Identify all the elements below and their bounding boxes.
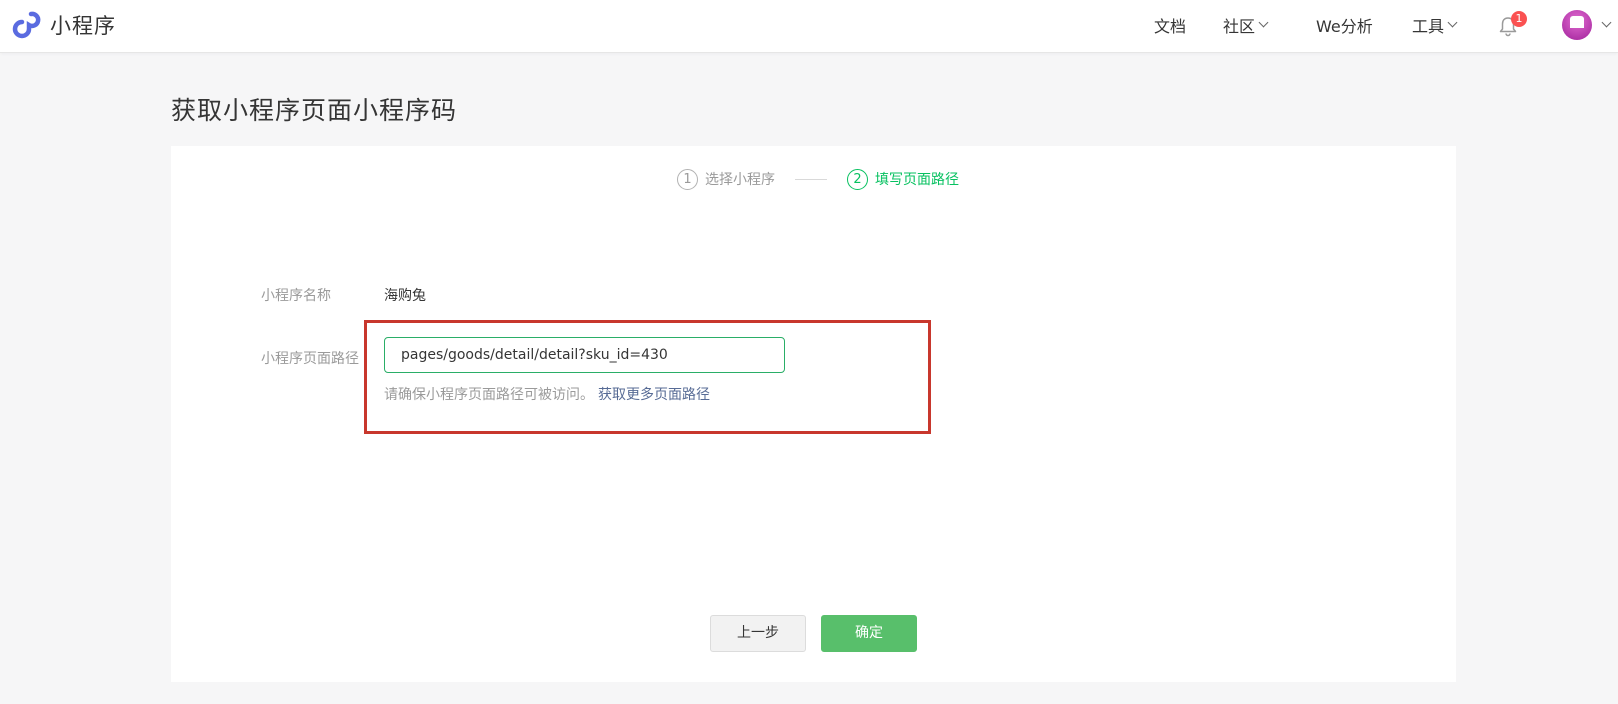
avatar[interactable] bbox=[1562, 10, 1592, 40]
chevron-down-icon[interactable] bbox=[1601, 17, 1612, 28]
step-label: 填写页面路径 bbox=[875, 172, 959, 188]
nav-we-analysis[interactable]: We分析 bbox=[1316, 0, 1373, 50]
notification-badge: 1 bbox=[1511, 11, 1527, 27]
step-fill-page-path: 2 填写页面路径 bbox=[847, 168, 959, 190]
miniprogram-logo-icon bbox=[12, 11, 41, 39]
nav-community[interactable]: 社区 bbox=[1223, 0, 1269, 50]
step-select-miniprogram: 1 选择小程序 bbox=[677, 168, 775, 190]
miniprogram-name-label: 小程序名称 bbox=[261, 288, 331, 304]
step-divider bbox=[795, 178, 827, 180]
top-navbar: 小程序 文档 社区 We分析 工具 1 bbox=[0, 0, 1618, 53]
miniprogram-name-value: 海购兔 bbox=[384, 288, 426, 304]
step-label: 选择小程序 bbox=[705, 172, 775, 188]
chevron-down-icon bbox=[1447, 17, 1458, 28]
nav-docs-label: 文档 bbox=[1154, 17, 1187, 36]
confirm-button[interactable]: 确定 bbox=[821, 615, 917, 652]
annotation-highlight-box bbox=[364, 320, 931, 434]
step-number: 1 bbox=[677, 168, 698, 190]
nav-community-label: 社区 bbox=[1223, 17, 1256, 36]
nav-tools-label: 工具 bbox=[1412, 17, 1445, 36]
brand-name: 小程序 bbox=[50, 14, 116, 38]
step-indicator: 1 选择小程序 2 填写页面路径 bbox=[677, 168, 959, 190]
brand-logo[interactable]: 小程序 bbox=[10, 10, 116, 40]
page-title: 获取小程序页面小程序码 bbox=[171, 96, 458, 125]
nav-docs[interactable]: 文档 bbox=[1154, 0, 1186, 50]
page-path-label: 小程序页面路径 bbox=[261, 351, 359, 367]
prev-step-button[interactable]: 上一步 bbox=[710, 615, 806, 652]
nav-tools[interactable]: 工具 bbox=[1412, 0, 1458, 50]
chevron-down-icon bbox=[1258, 17, 1269, 28]
step-number: 2 bbox=[847, 168, 868, 190]
nav-we-analysis-label: We分析 bbox=[1316, 17, 1373, 36]
